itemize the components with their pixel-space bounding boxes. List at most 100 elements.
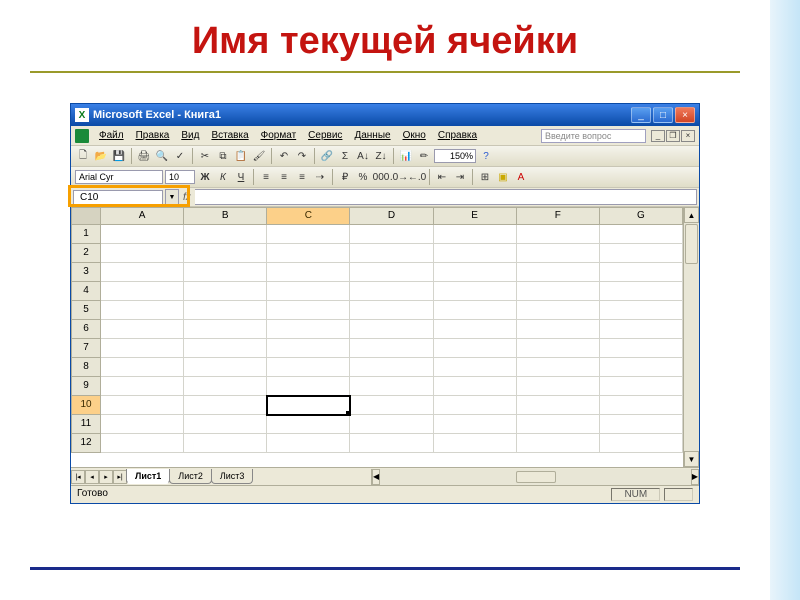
horizontal-scrollbar[interactable]: ◀ ▶: [371, 469, 699, 485]
open-icon[interactable]: 📂: [93, 148, 109, 164]
cell-C11[interactable]: [267, 415, 350, 434]
scroll-right-button[interactable]: ▶: [691, 469, 699, 485]
menu-view[interactable]: Вид: [175, 128, 205, 143]
tab-nav-first[interactable]: |◂: [71, 470, 85, 484]
cell-A9[interactable]: [101, 377, 184, 396]
print-preview-icon[interactable]: 🔍: [154, 148, 170, 164]
cell-G1[interactable]: [600, 225, 683, 244]
cell-G5[interactable]: [600, 301, 683, 320]
cell-G11[interactable]: [600, 415, 683, 434]
row-header-7[interactable]: 7: [71, 339, 101, 358]
bold-icon[interactable]: Ж: [197, 169, 213, 185]
help-search-input[interactable]: Введите вопрос: [541, 129, 646, 143]
cell-E9[interactable]: [434, 377, 517, 396]
sort-asc-icon[interactable]: A↓: [355, 148, 371, 164]
decrease-decimal-icon[interactable]: ←.0: [409, 169, 425, 185]
cell-F8[interactable]: [517, 358, 600, 377]
cell-B5[interactable]: [184, 301, 267, 320]
copy-icon[interactable]: ⧉: [215, 148, 231, 164]
menu-window[interactable]: Окно: [397, 128, 432, 143]
scroll-thumb-vertical[interactable]: [685, 224, 698, 264]
cell-D2[interactable]: [350, 244, 433, 263]
cell-D3[interactable]: [350, 263, 433, 282]
currency-icon[interactable]: ₽: [337, 169, 353, 185]
menu-file[interactable]: Файл: [93, 128, 130, 143]
increase-indent-icon[interactable]: ⇥: [452, 169, 468, 185]
mdi-minimize-button[interactable]: _: [651, 130, 665, 142]
cell-F4[interactable]: [517, 282, 600, 301]
cell-E2[interactable]: [434, 244, 517, 263]
cell-E5[interactable]: [434, 301, 517, 320]
align-left-icon[interactable]: ≡: [258, 169, 274, 185]
paste-icon[interactable]: 📋: [233, 148, 249, 164]
cell-A11[interactable]: [101, 415, 184, 434]
cell-B7[interactable]: [184, 339, 267, 358]
name-box[interactable]: C10: [73, 190, 163, 205]
cell-B1[interactable]: [184, 225, 267, 244]
hyperlink-icon[interactable]: 🔗: [319, 148, 335, 164]
cell-A7[interactable]: [101, 339, 184, 358]
column-header-C[interactable]: C: [267, 207, 350, 225]
select-all-corner[interactable]: [71, 207, 101, 225]
window-maximize-button[interactable]: □: [653, 107, 673, 123]
chart-icon[interactable]: 📊: [398, 148, 414, 164]
cell-D11[interactable]: [350, 415, 433, 434]
cell-F5[interactable]: [517, 301, 600, 320]
percent-icon[interactable]: %: [355, 169, 371, 185]
row-header-12[interactable]: 12: [71, 434, 101, 453]
window-close-button[interactable]: ×: [675, 107, 695, 123]
cell-B9[interactable]: [184, 377, 267, 396]
mdi-close-button[interactable]: ×: [681, 130, 695, 142]
print-icon[interactable]: 🖨: [136, 148, 152, 164]
scroll-up-button[interactable]: ▲: [684, 207, 699, 223]
font-size-combo[interactable]: 10: [165, 170, 195, 184]
cell-C6[interactable]: [267, 320, 350, 339]
cell-D1[interactable]: [350, 225, 433, 244]
cell-C8[interactable]: [267, 358, 350, 377]
tab-nav-prev[interactable]: ◂: [85, 470, 99, 484]
cell-G3[interactable]: [600, 263, 683, 282]
fx-icon[interactable]: fx: [183, 192, 191, 203]
scroll-left-button[interactable]: ◀: [372, 469, 380, 485]
cell-B2[interactable]: [184, 244, 267, 263]
menu-data[interactable]: Данные: [348, 128, 396, 143]
cell-G6[interactable]: [600, 320, 683, 339]
cell-E8[interactable]: [434, 358, 517, 377]
cell-A3[interactable]: [101, 263, 184, 282]
font-color-icon[interactable]: A: [513, 169, 529, 185]
cell-F9[interactable]: [517, 377, 600, 396]
comma-icon[interactable]: 000: [373, 169, 389, 185]
increase-decimal-icon[interactable]: .0→: [391, 169, 407, 185]
merge-center-icon[interactable]: ⇢: [312, 169, 328, 185]
cell-D12[interactable]: [350, 434, 433, 453]
cell-A8[interactable]: [101, 358, 184, 377]
menu-edit[interactable]: Правка: [130, 128, 176, 143]
cell-F12[interactable]: [517, 434, 600, 453]
menu-tools[interactable]: Сервис: [302, 128, 348, 143]
align-center-icon[interactable]: ≡: [276, 169, 292, 185]
new-icon[interactable]: 🗋: [75, 148, 91, 164]
cell-F2[interactable]: [517, 244, 600, 263]
cell-C1[interactable]: [267, 225, 350, 244]
cell-A4[interactable]: [101, 282, 184, 301]
cell-F1[interactable]: [517, 225, 600, 244]
cell-G7[interactable]: [600, 339, 683, 358]
help-icon[interactable]: ?: [478, 148, 494, 164]
cell-C9[interactable]: [267, 377, 350, 396]
cell-G4[interactable]: [600, 282, 683, 301]
cell-B8[interactable]: [184, 358, 267, 377]
sheet-tab-2[interactable]: Лист2: [169, 469, 212, 484]
column-header-A[interactable]: A: [101, 207, 184, 225]
drawing-icon[interactable]: ✏: [416, 148, 432, 164]
sheet-tab-1[interactable]: Лист1: [126, 469, 170, 484]
format-painter-icon[interactable]: 🖌: [251, 148, 267, 164]
row-header-2[interactable]: 2: [71, 244, 101, 263]
workbook-icon[interactable]: [75, 129, 89, 143]
cell-G2[interactable]: [600, 244, 683, 263]
cell-A10[interactable]: [101, 396, 184, 415]
cell-E12[interactable]: [434, 434, 517, 453]
cell-G12[interactable]: [600, 434, 683, 453]
menu-insert[interactable]: Вставка: [205, 128, 254, 143]
undo-icon[interactable]: ↶: [276, 148, 292, 164]
cell-E4[interactable]: [434, 282, 517, 301]
